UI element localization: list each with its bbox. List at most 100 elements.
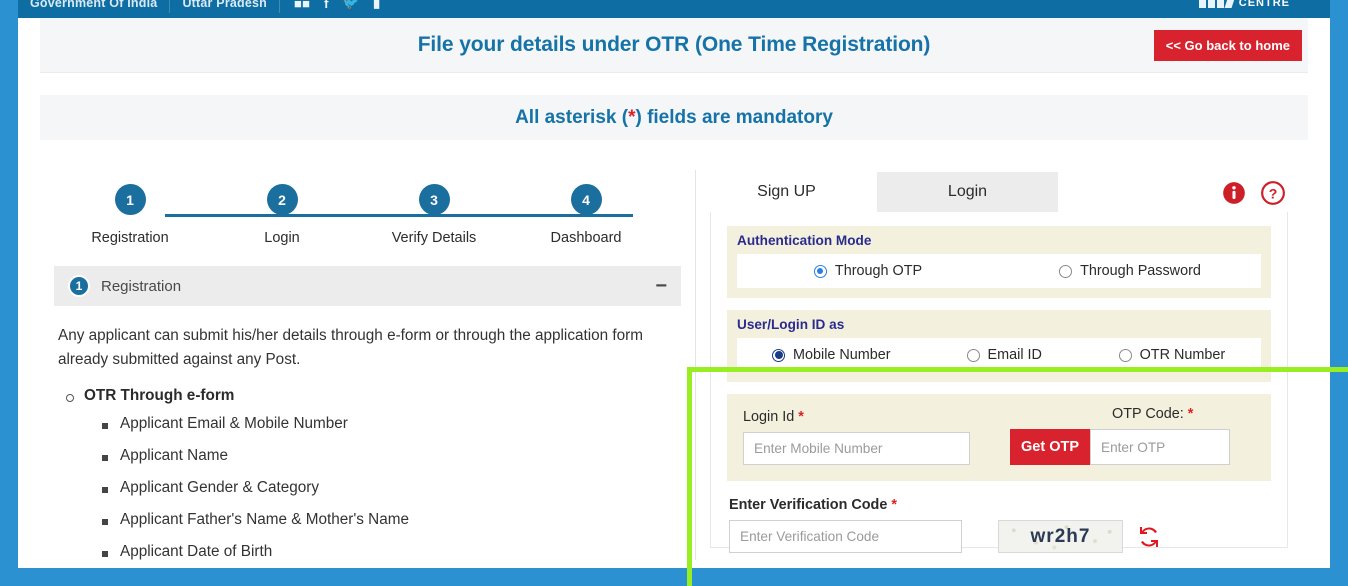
page-frame-left — [0, 0, 18, 586]
info-icon[interactable] — [1221, 180, 1247, 206]
radio-label: Mobile Number — [793, 347, 891, 363]
stepper-step-login[interactable]: 2 Login — [206, 184, 358, 246]
radio-label: Through Password — [1080, 263, 1201, 279]
page-frame-right — [1330, 0, 1348, 586]
otp-code-label: OTP Code: * — [1112, 406, 1255, 422]
list-item-group: OTR Through e-form Applicant Email & Mob… — [66, 387, 677, 561]
list-item: Applicant Email & Mobile Number — [102, 415, 677, 433]
get-otp-button[interactable]: Get OTP — [1010, 429, 1091, 465]
radio-button-icon[interactable] — [1118, 348, 1132, 362]
accordion-collapse-icon[interactable]: − — [655, 276, 667, 296]
main-content: 1 Registration 2 Login 3 Verify Details — [40, 162, 1308, 568]
radio-button-icon[interactable] — [966, 348, 980, 362]
accordion-body: Any applicant can submit his/her details… — [54, 306, 681, 561]
radio-button-icon[interactable] — [772, 348, 786, 362]
radio-label: Through OTP — [834, 263, 923, 279]
facebook-icon[interactable]: f — [324, 0, 329, 11]
list-item: Applicant Name — [102, 447, 677, 465]
step-label: Dashboard — [550, 230, 622, 246]
step-number: 4 — [570, 184, 602, 215]
progress-stepper: 1 Registration 2 Login 3 Verify Details — [54, 162, 681, 258]
step-number: 2 — [266, 184, 298, 215]
page-title: File your details under OTR (One Time Re… — [417, 33, 931, 56]
svg-text:?: ? — [1269, 185, 1278, 201]
stepper-step-dashboard[interactable]: 4 Dashboard — [510, 184, 662, 246]
help-icon[interactable]: ? — [1260, 180, 1286, 206]
mandatory-notice: All asterisk (*) fields are mandatory — [515, 107, 833, 129]
step-number: 1 — [114, 184, 146, 215]
spacer — [40, 73, 1308, 95]
radio-otr-number[interactable]: OTR Number — [1083, 347, 1261, 363]
step-label: Login — [264, 230, 300, 246]
radio-button-icon[interactable] — [1059, 264, 1073, 278]
list-item: Applicant Father's Name & Mother's Name — [102, 511, 677, 529]
list-group-label: OTR Through e-form — [84, 387, 235, 405]
step-label: Verify Details — [391, 230, 477, 246]
page-body: File your details under OTR (One Time Re… — [18, 18, 1330, 568]
radio-label: OTR Number — [1139, 347, 1226, 363]
verification-code-input[interactable] — [729, 520, 962, 553]
list-item: Applicant Gender & Category — [102, 479, 677, 497]
page-frame-bottom — [0, 568, 1348, 586]
verification-code-label-text: Enter Verification Code — [729, 497, 888, 513]
mandatory-notice-band: All asterisk (*) fields are mandatory — [40, 95, 1308, 140]
page-root: Government Of India Uttar Pradesh ■■ f 🐦… — [0, 0, 1348, 586]
twitter-icon[interactable]: 🐦 — [343, 0, 359, 11]
required-asterisk: * — [891, 497, 897, 513]
stepper-step-registration[interactable]: 1 Registration — [54, 184, 206, 246]
radio-mobile-number[interactable]: Mobile Number — [737, 347, 926, 363]
accordion-title: Registration — [101, 277, 182, 295]
youtube-icon[interactable]: ▮ — [373, 0, 380, 11]
mandatory-prefix: All asterisk ( — [515, 106, 629, 128]
left-column: 1 Registration 2 Login 3 Verify Details — [40, 162, 695, 568]
login-id-input[interactable] — [743, 432, 970, 465]
verification-code-label: Enter Verification Code * — [729, 497, 1269, 513]
spacer — [40, 140, 1308, 162]
step-label: Registration — [91, 230, 169, 246]
login-id-label-text: Login Id — [743, 409, 795, 425]
required-asterisk: * — [798, 409, 804, 425]
page-header-band: File your details under OTR (One Time Re… — [40, 18, 1308, 73]
otp-code-label-text: OTP Code: — [1112, 406, 1184, 422]
list-item: Applicant Date of Birth — [102, 543, 677, 561]
otp-input[interactable] — [1090, 429, 1231, 465]
government-topbar: Government Of India Uttar Pradesh ■■ f 🐦… — [18, 0, 1330, 18]
accordion-sublist: Applicant Email & Mobile Number Applican… — [102, 415, 677, 561]
mandatory-suffix: ) fields are mandatory — [635, 106, 833, 128]
fieldset-authentication-mode: Authentication Mode Through OTP Through … — [727, 226, 1271, 298]
radio-through-password[interactable]: Through Password — [999, 263, 1261, 279]
auth-tabs: Sign UP Login ? — [696, 162, 1308, 212]
verification-block: Enter Verification Code * wr2h7 — [727, 481, 1271, 553]
captcha-text: wr2h7 — [1030, 525, 1091, 547]
stepper-step-verify-details[interactable]: 3 Verify Details — [358, 184, 510, 246]
fieldset-legend: User/Login ID as — [737, 317, 845, 332]
accordion-number: 1 — [68, 275, 90, 297]
right-column: Sign UP Login ? Authentication Mode Thro… — [696, 162, 1308, 568]
accordion-list: OTR Through e-form Applicant Email & Mob… — [66, 387, 677, 561]
tab-login[interactable]: Login — [877, 172, 1058, 212]
tab-sign-up[interactable]: Sign UP — [696, 172, 877, 212]
otp-group: OTP Code: * Get OTP — [1010, 406, 1255, 465]
login-id-label: Login Id * — [743, 409, 970, 425]
radio-through-otp[interactable]: Through OTP — [737, 263, 999, 279]
login-form-panel: Authentication Mode Through OTP Through … — [710, 212, 1288, 553]
radio-label: Email ID — [987, 347, 1042, 363]
accordion-paragraph: Any applicant can submit his/her details… — [58, 327, 643, 368]
fieldset-login-id-as: User/Login ID as Mobile Number Email ID — [727, 310, 1271, 382]
step-number: 3 — [418, 184, 450, 215]
fieldset-legend: Authentication Mode — [737, 233, 872, 248]
radio-button-icon[interactable] — [813, 264, 827, 278]
accordion-header-registration[interactable]: 1 Registration − — [54, 266, 681, 306]
login-id-group: Login Id * — [743, 409, 970, 465]
required-asterisk: * — [1187, 406, 1194, 422]
topbar-item-government-of-india[interactable]: Government Of India — [18, 0, 169, 10]
captcha-image: wr2h7 — [998, 520, 1123, 553]
go-back-to-home-button[interactable]: << Go back to home — [1153, 30, 1302, 61]
refresh-icon[interactable] — [1137, 525, 1161, 549]
topbar-item-uttar-pradesh[interactable]: Uttar Pradesh — [170, 0, 279, 10]
brand-name: CENTRE — [1238, 0, 1290, 9]
accessibility-icon[interactable]: ■■ — [294, 0, 310, 11]
brand-logo-icon — [1198, 0, 1235, 8]
radio-email-id[interactable]: Email ID — [926, 347, 1083, 363]
fieldset-login-credentials: Login Id * OTP Code: * — [727, 394, 1271, 481]
